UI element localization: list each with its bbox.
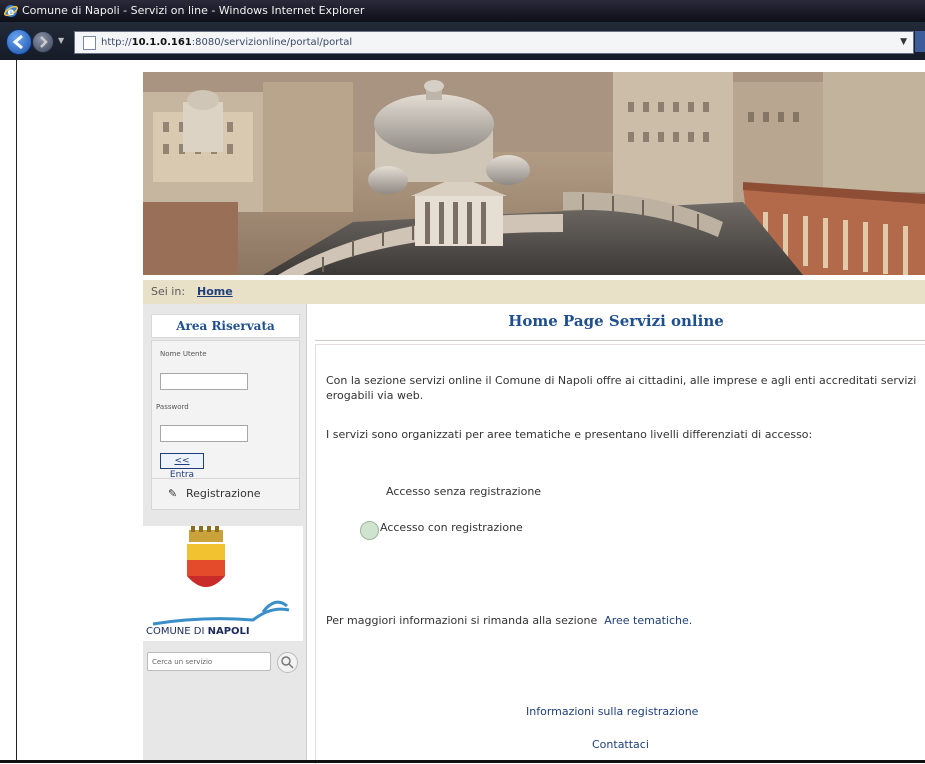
breadcrumb: Sei in: Home: [143, 280, 925, 304]
forward-button[interactable]: [32, 31, 54, 53]
coat-of-arms-icon: [152, 526, 290, 626]
address-dropdown-icon[interactable]: ▼: [900, 32, 907, 53]
ie-icon: e: [4, 5, 18, 18]
aree-tematiche-link[interactable]: Aree tematiche.: [604, 614, 692, 627]
service-search-input[interactable]: Cerca un servizio: [147, 652, 271, 671]
url-text: http://10.1.0.161:8080/servizionline/por…: [101, 37, 353, 48]
search-button[interactable]: [277, 652, 298, 673]
forward-icon: [40, 36, 48, 48]
back-button[interactable]: [6, 29, 32, 55]
access-without-registration[interactable]: Accesso senza registrazione: [386, 485, 541, 498]
history-dropdown-icon[interactable]: ▼: [58, 36, 64, 45]
title-bar: e Comune di Napoli - Servizi on line - W…: [0, 0, 925, 22]
breadcrumb-home-link[interactable]: Home: [197, 280, 233, 304]
page-title: Home Page Servizi online: [508, 312, 724, 330]
organized-text: I servizi sono organizzati per aree tema…: [326, 428, 813, 441]
back-icon: [12, 34, 23, 50]
password-input[interactable]: [160, 425, 248, 442]
svg-text:e: e: [8, 7, 15, 18]
breadcrumb-label: Sei in:: [151, 285, 186, 298]
page-icon: [83, 36, 96, 50]
sidebar: Area Riservata Nome Utente Password << E…: [143, 304, 307, 763]
window-title: Comune di Napoli - Servizi on line - Win…: [22, 4, 365, 17]
address-toolbar: ▼ http://10.1.0.161:8080/servizionline/p…: [0, 22, 925, 60]
pencil-icon: ✎: [168, 487, 178, 500]
register-label: Registrazione: [186, 487, 261, 500]
page-border: [16, 60, 17, 763]
registration-info-link[interactable]: Informazioni sulla registrazione: [526, 705, 698, 718]
contact-link[interactable]: Contattaci: [592, 738, 649, 751]
address-field[interactable]: http://10.1.0.161:8080/servizionline/por…: [74, 31, 914, 54]
login-button[interactable]: << Entra: [160, 453, 204, 480]
access-with-registration[interactable]: Accesso con registrazione: [380, 521, 523, 534]
username-label: Nome Utente: [160, 350, 207, 358]
comune-logo-text: COMUNE DI NAPOLI: [146, 626, 250, 637]
main-panel: Con la sezione servizi online il Comune …: [315, 344, 925, 764]
refresh-button[interactable]: [915, 31, 925, 52]
main-content: Home Page Servizi online Con la sezione …: [307, 304, 925, 764]
search-icon: [281, 656, 294, 669]
password-label: Password: [156, 403, 189, 411]
title-divider: [315, 340, 925, 341]
login-box: Nome Utente Password << Entra: [151, 340, 300, 480]
header-photo: [143, 72, 925, 275]
username-input[interactable]: [160, 373, 248, 390]
register-link[interactable]: ✎ Registrazione: [151, 478, 300, 510]
more-info-text: Per maggiori informazioni si rimanda all…: [326, 614, 693, 627]
comune-logo[interactable]: COMUNE DI NAPOLI: [143, 526, 303, 641]
reserved-area-heading: Area Riservata: [151, 314, 300, 338]
browser-window: e Comune di Napoli - Servizi on line - W…: [0, 0, 925, 764]
intro-text: Con la sezione servizi online il Comune …: [326, 374, 917, 402]
access-icon: [360, 521, 379, 540]
